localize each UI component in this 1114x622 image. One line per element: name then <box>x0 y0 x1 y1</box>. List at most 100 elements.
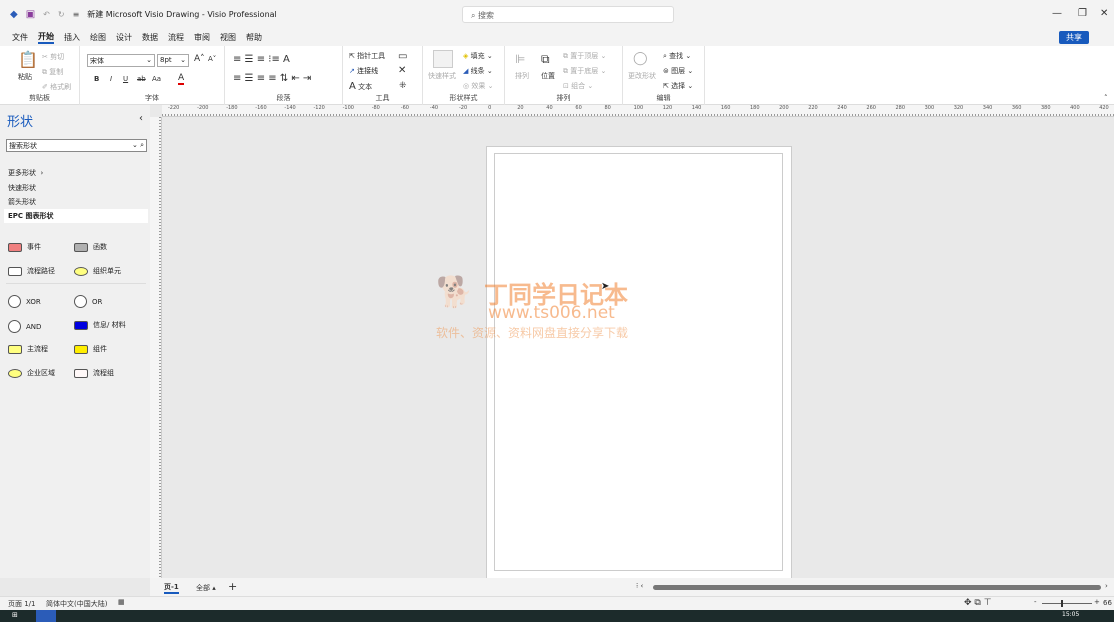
fill-button[interactable]: ◈ 填充 ⌄ <box>463 51 493 61</box>
tab-data[interactable]: 数据 <box>142 32 158 43</box>
stencil-shape[interactable]: 组织单元 <box>74 266 121 276</box>
arrange-button[interactable]: 排列 <box>515 71 529 81</box>
redo-icon[interactable]: ↻ <box>58 10 65 19</box>
stencil-shape[interactable]: 流程组 <box>74 368 114 378</box>
grow-font-button[interactable]: A˄ <box>194 54 205 64</box>
stencil-shape[interactable]: 事件 <box>8 242 41 252</box>
tab-page-1[interactable]: 页-1 <box>164 582 179 594</box>
stencil-shape[interactable]: OR <box>74 295 102 308</box>
customize-qat-icon[interactable]: ≡ <box>73 10 80 19</box>
stencil-arrow-shapes[interactable]: 箭头形状 <box>8 197 36 207</box>
ruler-label: -40 <box>429 105 439 111</box>
bold-button[interactable]: B <box>94 75 99 83</box>
font-size-select[interactable]: 8pt ⌄ <box>157 54 189 67</box>
search-input[interactable]: ⌕ 搜索 <box>462 6 674 23</box>
send-to-back-button[interactable]: ⧉ 置于底层 ⌄ <box>563 66 606 76</box>
line-button[interactable]: ◢ 线条 ⌄ <box>463 66 493 76</box>
start-icon[interactable]: ⊞ <box>12 611 18 619</box>
stencil-shape[interactable]: 主流程 <box>8 344 48 354</box>
tab-insert[interactable]: 插入 <box>64 32 80 43</box>
connector-button[interactable]: ↗ 连接线 <box>349 66 378 76</box>
minimize-button[interactable]: — <box>1052 8 1062 19</box>
select-button[interactable]: ⇱ 选择 ⌄ <box>663 81 693 91</box>
connection-point-icon[interactable]: ⁜ <box>399 81 407 91</box>
zoom-slider-thumb[interactable] <box>1061 600 1063 607</box>
undo-icon[interactable]: ↶ <box>43 10 50 19</box>
arrange-icon[interactable]: ⊫ <box>515 52 525 66</box>
position-icon[interactable]: ⧉ <box>541 52 550 67</box>
tab-view[interactable]: 视图 <box>220 32 236 43</box>
cut-button[interactable]: ✂ 剪切 <box>42 52 64 62</box>
collapse-pane-icon[interactable]: ‹ <box>139 113 143 124</box>
pointer-tool-button[interactable]: ⇱ 指针工具 <box>349 51 385 61</box>
tab-review[interactable]: 审阅 <box>194 32 210 43</box>
stencil-shape[interactable]: XOR <box>8 295 41 308</box>
stencil-shape[interactable]: 企业区域 <box>8 368 55 378</box>
close-button[interactable]: ✕ <box>1100 8 1108 19</box>
tab-help[interactable]: 帮助 <box>246 32 262 43</box>
add-page-button[interactable]: + <box>228 580 237 593</box>
close-shape-icon[interactable]: ✕ <box>398 65 406 76</box>
zoom-in-button[interactable]: + <box>1094 598 1100 606</box>
save-icon[interactable]: ▣ <box>26 9 35 20</box>
collapse-ribbon-icon[interactable]: ˄ <box>1104 94 1108 102</box>
copy-button[interactable]: ⧉ 复制 <box>42 67 63 77</box>
align-top-icon[interactable]: ≡ ☰ ≡ ⁝≡ A <box>233 54 290 65</box>
macro-icon[interactable]: ▦ <box>118 598 125 606</box>
align-center-icon[interactable]: ≡ ☰ ≡ ≡ ⇅ ⇤ ⇥ <box>233 73 311 84</box>
zoom-out-button[interactable]: - <box>1034 598 1037 606</box>
zoom-level[interactable]: 66 <box>1103 599 1112 607</box>
zoom-slider[interactable] <box>1042 603 1092 604</box>
more-shapes-button[interactable]: 更多形状 › <box>8 168 43 178</box>
italic-button[interactable]: I <box>110 75 112 83</box>
scroll-right-icon[interactable]: › <box>1105 582 1108 590</box>
stencil-shape[interactable]: 组件 <box>74 344 107 354</box>
tab-design[interactable]: 设计 <box>116 32 132 43</box>
stencil-shape[interactable]: 流程路径 <box>8 266 55 276</box>
change-shape-icon[interactable]: ◯ <box>633 51 648 66</box>
format-painter-button[interactable]: ✐ 格式刷 <box>42 82 71 92</box>
page-number-status[interactable]: 页面 1/1 <box>8 599 36 609</box>
shape-search-input[interactable]: 搜索形状 ⌄ ⌕ <box>6 139 147 152</box>
language-status[interactable]: 简体中文(中国大陆) <box>46 599 107 609</box>
bring-to-front-button[interactable]: ⧉ 置于顶层 ⌄ <box>563 51 606 61</box>
tab-process[interactable]: 流程 <box>168 32 184 43</box>
tab-draw[interactable]: 绘图 <box>90 32 106 43</box>
scroll-left-icon[interactable]: ⁝ ‹ <box>636 582 643 590</box>
all-pages-button[interactable]: 全部 ▴ <box>196 583 216 593</box>
stencil-shape[interactable]: 函数 <box>74 242 107 252</box>
stencil-shape-label: XOR <box>26 297 41 306</box>
font-name-select[interactable]: 宋体 ⌄ <box>87 54 155 67</box>
horizontal-scrollbar[interactable] <box>653 585 1101 590</box>
stencil-shape[interactable]: 信息/ 材料 <box>74 320 126 330</box>
stencil-epc-shapes[interactable]: EPC 图表形状 <box>4 209 148 223</box>
visio-taskbar-icon[interactable] <box>36 610 56 622</box>
paste-icon[interactable]: 📋 <box>18 50 38 69</box>
text-tool-button[interactable]: A 文本 <box>349 81 372 92</box>
paste-button[interactable]: 粘贴 <box>18 72 32 82</box>
restore-button[interactable]: ❐ <box>1078 8 1087 19</box>
stencil-quick-shapes[interactable]: 快速形状 <box>8 183 36 193</box>
fit-page-icon[interactable]: ✥ ⧉ ⊤ <box>964 598 992 608</box>
layers-button[interactable]: ⊜ 图层 ⌄ <box>663 66 693 76</box>
page-margin <box>494 153 783 571</box>
tab-file[interactable]: 文件 <box>12 32 28 43</box>
rectangle-icon[interactable]: ▭ <box>398 51 407 62</box>
quick-styles-button[interactable]: 快速样式 <box>428 71 456 81</box>
font-color-button[interactable]: A <box>178 73 185 85</box>
shape-swatch-icon <box>8 344 22 354</box>
underline-button[interactable]: U <box>123 75 128 83</box>
find-button[interactable]: ⌕ 查找 ⌄ <box>663 51 691 61</box>
position-button[interactable]: 位置 <box>541 71 555 81</box>
change-shape-button[interactable]: 更改形状 <box>628 71 656 81</box>
shape-swatch-icon <box>74 320 88 330</box>
tab-home[interactable]: 开始 <box>38 31 54 44</box>
strikethrough-button[interactable]: ab <box>137 75 146 83</box>
stencil-shape[interactable]: AND <box>8 320 41 333</box>
group-button[interactable]: ⊡ 组合 ⌄ <box>563 81 593 91</box>
share-button[interactable]: 共享 <box>1059 31 1089 44</box>
change-case-button[interactable]: Aa <box>152 75 161 83</box>
shrink-font-button[interactable]: A˅ <box>208 55 216 63</box>
quick-styles-icon[interactable] <box>433 50 453 68</box>
effects-button[interactable]: ◎ 效果 ⌄ <box>463 81 493 91</box>
